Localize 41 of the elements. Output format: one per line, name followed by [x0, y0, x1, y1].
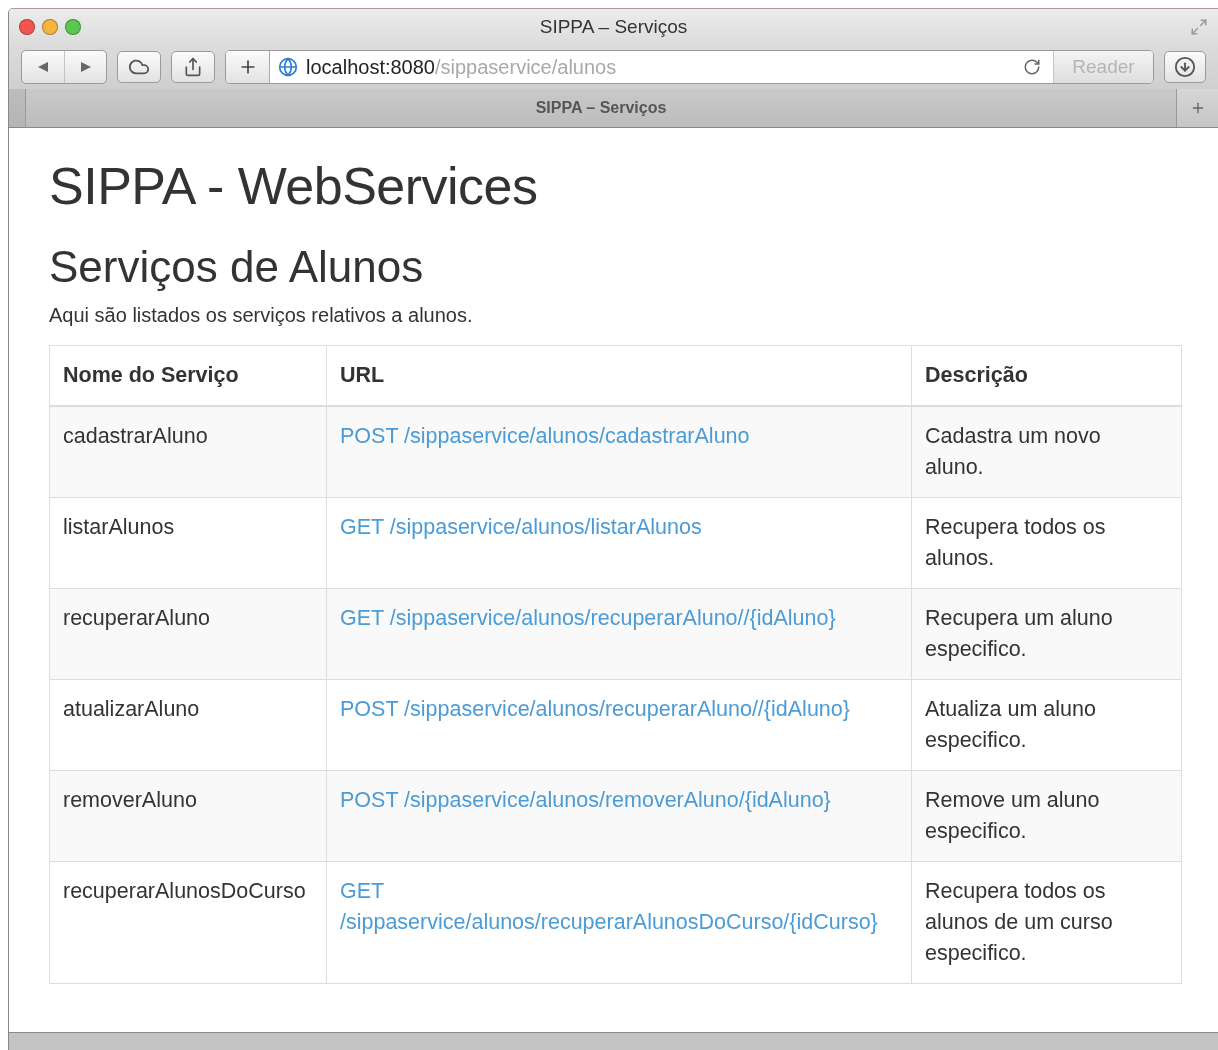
downloads-button[interactable]	[1164, 51, 1206, 83]
url-link[interactable]: POST /sippaservice/alunos/removerAluno/{idAluno}	[340, 784, 893, 816]
description-cell: Recupera um aluno especifico.	[911, 588, 1182, 680]
globe-icon	[278, 57, 298, 77]
url-link[interactable]: GET /sippaservice/alunos/recuperarAlunosDoCurso/{idCurso}	[340, 875, 893, 938]
close-icon[interactable]	[19, 19, 35, 35]
tab[interactable]: SIPPA – Serviços	[25, 89, 1176, 127]
url-host: localhost:8080	[306, 55, 435, 79]
zoom-icon[interactable]	[65, 19, 81, 35]
intro-text: Aqui são listados os serviços relativos a alunos.	[49, 303, 474, 327]
forward-icon	[78, 60, 93, 74]
description-cell: Recupera todos os alunos.	[911, 497, 1182, 589]
download-icon	[1174, 56, 1196, 78]
url-link[interactable]: GET /sippaservice/alunos/recuperarAluno//{idAluno}	[340, 602, 893, 634]
column-header: URL	[326, 345, 912, 406]
section-heading: Serviços de Alunos	[49, 243, 425, 292]
service-name-cell: cadastrarAluno	[49, 405, 327, 498]
column-header: Descrição	[911, 345, 1182, 406]
minimize-icon[interactable]	[42, 19, 58, 35]
reload-icon[interactable]	[1023, 58, 1041, 76]
url-path: /sippaservice/alunos	[435, 55, 617, 79]
description-cell: Remove um aluno especifico.	[911, 770, 1182, 862]
service-name-cell: listarAlunos	[49, 497, 327, 589]
description-cell: Atualiza um aluno especifico.	[911, 679, 1182, 771]
back-icon	[36, 60, 50, 74]
service-name-cell: atualizarAluno	[49, 679, 327, 771]
cloud-button[interactable]	[117, 51, 161, 83]
window-title: SIPPA – Serviços	[539, 16, 688, 38]
url-link[interactable]: GET /sippaservice/alunos/listarAlunos	[340, 511, 893, 543]
column-header: Nome do Serviço	[49, 345, 327, 406]
page-heading: SIPPA - WebServices	[49, 158, 539, 216]
service-name-cell: recuperarAluno	[49, 588, 327, 680]
service-name-cell: recuperarAlunosDoCurso	[49, 861, 327, 984]
url-link[interactable]: POST /sippaservice/alunos/recuperarAluno//{idAluno}	[340, 693, 893, 725]
share-icon	[183, 57, 203, 77]
service-name-cell: removerAluno	[49, 770, 327, 862]
url-link[interactable]: POST /sippaservice/alunos/cadastrarAluno	[340, 420, 893, 452]
add-bookmark-button[interactable]	[226, 51, 270, 83]
description-cell: Recupera todos os alunos de um curso especifico.	[911, 861, 1182, 984]
share-button[interactable]	[171, 51, 215, 83]
description-cell: Cadastra um novo aluno.	[911, 405, 1182, 498]
